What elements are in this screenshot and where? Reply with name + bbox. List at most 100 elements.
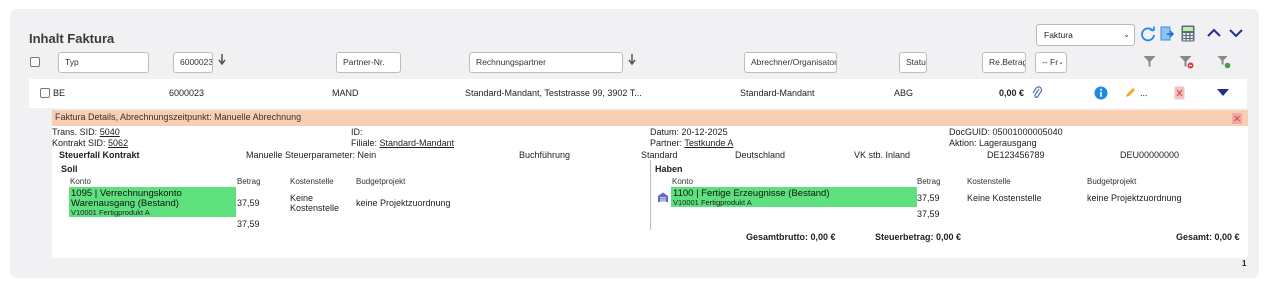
filter-nr-value: 6000023 — [180, 57, 213, 67]
filiale-link[interactable]: Standard-Mandant — [380, 138, 455, 148]
partner: Partner: Testkunde A — [650, 138, 733, 148]
filter-settings-icon[interactable] — [1217, 55, 1231, 69]
soll-col-konto: Konto — [70, 177, 91, 186]
steuerfall-buchfuehrung: Buchführung — [519, 150, 571, 160]
row-checkbox[interactable] — [40, 88, 50, 98]
export-document-icon[interactable] — [1160, 26, 1174, 42]
haben-kostenstelle: Keine Kostenstelle — [967, 193, 1042, 203]
docguid: DocGUID: 05001000005040 — [949, 127, 1063, 137]
soll-haben-divider — [650, 160, 651, 230]
trans-sid: Trans. SID: 5040 — [52, 127, 120, 137]
filter-nr[interactable]: 6000023 — [173, 52, 213, 73]
more-options[interactable]: ... — [1140, 88, 1148, 98]
filter-icon[interactable] — [1143, 55, 1156, 68]
datum: Datum: 20-12-2025 — [650, 127, 728, 137]
filiale: Filiale: Standard-Mandant — [351, 138, 454, 148]
soll-budget: keine Projektzuordnung — [356, 198, 451, 208]
row-abrechner: Standard-Mandant — [740, 88, 815, 98]
haben-col-budget: Budgetprojekt — [1087, 177, 1137, 186]
soll-col-budget: Budgetprojekt — [356, 177, 406, 186]
haben-col-betrag: Betrag — [917, 177, 941, 186]
row-nr: 6000023 — [169, 88, 205, 98]
filiale-label: Filiale: — [351, 138, 378, 148]
page-title: Inhalt Faktura — [29, 31, 115, 46]
chevron-down-icon: ⌄ — [1123, 30, 1130, 39]
partner-link[interactable]: Testkunde A — [684, 138, 733, 148]
steuerfall-standard: Standard — [641, 150, 678, 160]
filter-abrechner-placeholder: Abrechner/Organisator — [751, 57, 837, 67]
sort-down-icon[interactable] — [218, 54, 226, 65]
steuerfall-ust1: DE123456789 — [987, 150, 1045, 160]
row-status: ABG — [894, 88, 914, 98]
steuerfall-label: Steuerfall Kontrakt — [59, 150, 140, 160]
trans-sid-label: Trans. SID: — [52, 127, 98, 137]
row-typ: BE — [53, 88, 66, 98]
detail-header: Faktura Details, Abrechnungszeitpunkt: M… — [52, 110, 1248, 126]
filter-fr-value: -- Fr — [1042, 57, 1059, 67]
paperclip-icon[interactable] — [1032, 86, 1042, 99]
steuerfall-ust2: DEU00000000 — [1120, 150, 1180, 160]
delete-icon[interactable] — [1174, 86, 1185, 100]
soll-kostenstelle-1: Keine — [290, 193, 314, 203]
chevron-down-nav-icon[interactable] — [1229, 28, 1243, 38]
partner-label: Partner: — [650, 138, 683, 148]
sort-down-icon-2[interactable] — [628, 54, 636, 65]
info-icon[interactable] — [1094, 86, 1108, 100]
content-panel: Inhalt Faktura Faktura ⌄ Typ 6000023 Par… — [10, 9, 1259, 278]
chevron-down-icon-small: ⌄ — [1058, 59, 1064, 66]
steuerfall-vk: VK stb. Inland — [854, 150, 911, 160]
filter-status-placeholder: Statu — [906, 57, 926, 67]
clear-filter-icon[interactable] — [1179, 55, 1194, 69]
refresh-icon[interactable] — [1140, 26, 1156, 42]
collapse-triangle-icon[interactable] — [1217, 89, 1229, 97]
chevron-up-icon[interactable] — [1207, 28, 1221, 38]
page-number[interactable]: 1 — [1242, 259, 1246, 268]
total-gesamt: Gesamt: 0,00 € — [1176, 232, 1240, 242]
steuerfall-manuelle: Manuelle Steuerparameter: Nein — [246, 150, 377, 160]
view-select-value: Faktura — [1044, 30, 1073, 40]
row-betrag: 0,00 € — [999, 88, 1025, 98]
select-all-checkbox[interactable] — [30, 57, 40, 67]
aktion: Aktion: Lagerausgang — [949, 138, 1037, 148]
filter-partner-nr-placeholder: Partner-Nr. — [343, 57, 385, 67]
total-brutto: Gesamtbrutto: 0,00 € — [746, 232, 836, 242]
aktion-label: Aktion: — [949, 138, 977, 148]
haben-col-konto: Konto — [672, 177, 693, 186]
filter-abrechner[interactable]: Abrechner/Organisator — [744, 52, 837, 73]
filter-typ[interactable]: Typ — [58, 52, 149, 73]
datum-value: 20-12-2025 — [681, 127, 728, 137]
haben-betrag-2: 37,59 — [917, 209, 940, 219]
soll-konto-box[interactable]: 1095 | Verrechnungskonto Warenausgang (B… — [69, 187, 236, 217]
detail-header-text: Faktura Details, Abrechnungszeitpunkt: M… — [55, 112, 302, 122]
close-detail-icon[interactable] — [1232, 113, 1242, 124]
calculator-icon[interactable] — [1181, 25, 1195, 42]
haben-konto-box[interactable]: 1100 | Fertige Erzeugnisse (Bestand) V10… — [671, 187, 917, 207]
warehouse-icon — [658, 192, 668, 202]
soll-betrag-1: 37,59 — [237, 198, 260, 208]
filter-rechnungspartner[interactable]: Rechnungspartner — [469, 52, 623, 73]
steuerfall-land: Deutschland — [735, 150, 786, 160]
haben-betrag-1: 37,59 — [917, 193, 940, 203]
docguid-value: 05001000005040 — [992, 127, 1063, 137]
kontrakt-sid-link[interactable]: 5062 — [108, 138, 128, 148]
row-rechnungspartner: Standard-Mandant, Teststrasse 99, 3902 T… — [465, 88, 642, 98]
filter-rechnungspartner-placeholder: Rechnungspartner — [476, 57, 546, 67]
trans-sid-link[interactable]: 5040 — [100, 127, 120, 137]
soll-col-betrag: Betrag — [237, 177, 261, 186]
soll-label: Soll — [61, 164, 78, 174]
aktion-value: Lagerausgang — [979, 138, 1037, 148]
filter-status[interactable]: Statu — [899, 52, 927, 73]
filter-betrag-placeholder: Re.Betrag — [989, 57, 1026, 67]
filter-typ-placeholder: Typ — [65, 57, 79, 67]
haben-budget: keine Projektzuordnung — [1087, 193, 1182, 203]
haben-col-kostenstelle: Kostenstelle — [967, 177, 1011, 186]
kontrakt-sid: Kontrakt SID: 5062 — [52, 138, 128, 148]
view-select[interactable]: Faktura ⌄ — [1036, 24, 1135, 46]
docguid-label: DocGUID: — [949, 127, 991, 137]
haben-konto-sub: V10001 Fertigprodukt A — [673, 198, 752, 207]
edit-pencil-icon[interactable] — [1125, 87, 1136, 98]
filter-partner-nr[interactable]: Partner-Nr. — [336, 52, 401, 73]
filter-betrag[interactable]: Re.Betrag — [982, 52, 1026, 73]
soll-kostenstelle-2: Kostenstelle — [290, 203, 340, 213]
filter-fr-select[interactable]: -- Fr ⌄ — [1035, 52, 1067, 73]
